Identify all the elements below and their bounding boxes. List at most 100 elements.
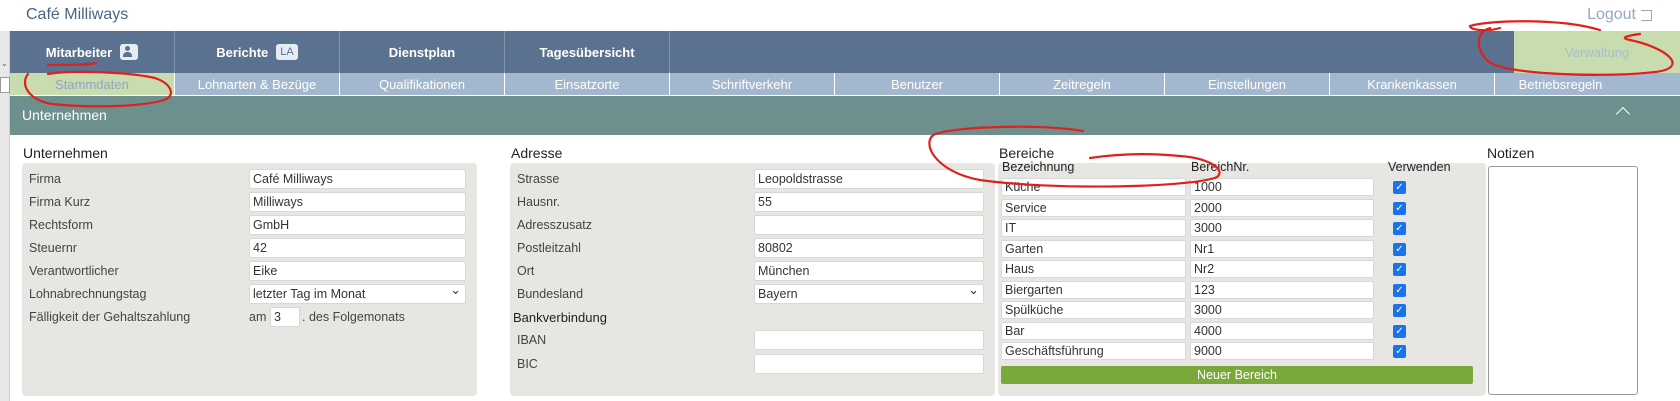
field-label: Lohnabrechnungstag [29,287,147,301]
firma-input[interactable]: Café Milliways [249,169,466,189]
bereiche-title: Bereiche [999,145,1055,161]
left-toolbar: ⌄ [0,31,10,401]
bereich-name-input[interactable]: IT [1001,219,1186,237]
bereich-name-input[interactable]: Spülküche [1001,301,1186,319]
hausnr-input[interactable]: 55 [754,192,984,212]
field-label: Fälligkeit der Gehaltszahlung [29,310,191,324]
subnav-qualifikationen[interactable]: Qualifikationen [340,73,505,95]
iban-input[interactable] [754,330,984,350]
select-value: Bayern [758,287,798,301]
subnav-stammdaten[interactable]: Stammdaten [10,73,175,95]
bereich-name-input[interactable]: Geschäftsführung [1001,342,1186,360]
lohnabrechnungstag-select[interactable]: letzter Tag im Monat [249,284,466,304]
adresse-panel: Strasse Leopoldstrasse Hausnr. 55 Adress… [510,163,995,396]
verwenden-checkbox[interactable]: ✓ [1393,263,1406,276]
logout-icon [1641,9,1652,21]
section-title: Unternehmen [22,107,107,123]
bereich-name-input[interactable]: Garten [1001,239,1186,258]
berichte-badge: LA [276,44,298,60]
verwenden-checkbox[interactable]: ✓ [1393,201,1406,215]
field-label: Firma [29,172,61,186]
bereiche-header-use: Verwenden [1388,160,1451,174]
bereich-nr-input[interactable]: Nr1 [1190,239,1374,258]
new-bereich-button[interactable]: Neuer Bereich [1001,366,1473,384]
magnifier-icon[interactable] [0,77,10,93]
subnav-krankenkassen[interactable]: Krankenkassen [1330,73,1495,95]
nav-berichte[interactable]: Berichte LA [175,31,340,73]
ort-input[interactable]: München [754,261,984,281]
nav-berichte-label: Berichte [216,44,269,60]
nav-tagesuebersicht[interactable]: Tagesübersicht [505,31,670,73]
bereich-nr-input[interactable]: 3000 [1190,301,1374,319]
main-nav: Mitarbeiter Berichte LA Dienstplan Tages… [10,31,1680,73]
bereich-row: Biergarten 123 ✓ [998,280,1486,303]
bereich-row: Küche 1000 ✓ [998,178,1486,200]
verwenden-checkbox[interactable]: ✓ [1393,283,1406,297]
select-value: letzter Tag im Monat [253,287,366,301]
bereich-nr-input[interactable]: 123 [1190,280,1374,299]
subnav-zeitregeln[interactable]: Zeitregeln [1000,73,1165,95]
form-row: Postleitzahl 80802 [510,238,995,260]
strasse-input[interactable]: Leopoldstrasse [754,169,984,189]
bereich-name-input[interactable]: Biergarten [1001,280,1186,299]
faelligkeit-day-input[interactable]: 3 [270,307,300,327]
field-label: Firma Kurz [29,195,91,209]
steuernr-input[interactable]: 42 [249,238,466,258]
bereich-nr-input[interactable]: 4000 [1190,321,1374,340]
nav-verwaltung[interactable]: Verwaltung [1514,31,1680,73]
bundesland-select[interactable]: Bayern [754,284,984,304]
form-row: Verantwortlicher Eike [22,261,477,283]
verwenden-checkbox[interactable]: ✓ [1393,324,1406,338]
form-row: Fälligkeit der Gehaltszahlung am 3 . des… [22,307,477,329]
verwenden-checkbox[interactable]: ✓ [1393,345,1406,358]
nav-dienstplan[interactable]: Dienstplan [340,31,505,73]
logout-button[interactable]: Logout [1587,6,1652,24]
nav-mitarbeiter[interactable]: Mitarbeiter [10,31,175,73]
bereich-nr-input[interactable]: 1000 [1190,178,1374,196]
notizen-textarea[interactable] [1488,166,1638,395]
verwenden-checkbox[interactable]: ✓ [1393,304,1406,317]
nav-tagesuebersicht-label: Tagesübersicht [539,44,635,60]
bereich-name-input[interactable]: Bar [1001,321,1186,340]
verwenden-checkbox[interactable]: ✓ [1393,181,1406,194]
form-row: Firma Café Milliways [22,169,477,191]
subnav-benutzer[interactable]: Benutzer [835,73,1000,95]
form-row: Strasse Leopoldstrasse [510,169,995,191]
bic-input[interactable] [754,354,984,374]
bereiche-header-nr: BereichNr. [1191,160,1250,174]
bereich-row: Geschäftsführung 9000 ✓ [998,342,1486,364]
chevron-down-icon[interactable]: ⌄ [1,59,8,68]
verwenden-checkbox[interactable]: ✓ [1393,242,1406,256]
chevron-up-icon[interactable] [1615,106,1631,122]
faelligkeit-prefix: am [249,310,267,324]
verantwortlicher-input[interactable]: Eike [249,261,466,281]
bereich-name-input[interactable]: Küche [1001,178,1186,196]
bereich-name-input[interactable]: Service [1001,198,1186,217]
bank-title: Bankverbindung [513,310,607,325]
postleitzahl-input[interactable]: 80802 [754,238,984,258]
firma-kurz-input[interactable]: Milliways [249,192,466,212]
bereich-row: Bar 4000 ✓ [998,321,1486,344]
section-header[interactable]: Unternehmen [10,96,1680,135]
form-row: Steuernr 42 [22,238,477,260]
bereiche-panel: Bezeichnung BereichNr. Verwenden Küche 1… [998,160,1486,396]
subnav-lohnarten[interactable]: Lohnarten & Bezüge [175,73,340,95]
notizen-title: Notizen [1487,145,1535,161]
bereich-nr-input[interactable]: Nr2 [1190,260,1374,278]
top-bar: Café Milliways Logout [0,0,1680,31]
bereich-nr-input[interactable]: 9000 [1190,342,1374,360]
form-row: IBAN [510,330,995,352]
bereiche-header-name: Bezeichnung [1002,160,1075,174]
field-label: Hausnr. [517,195,561,209]
adresszusatz-input[interactable] [754,215,984,235]
bereich-nr-input[interactable]: 2000 [1190,198,1374,217]
subnav-einstellungen[interactable]: Einstellungen [1165,73,1330,95]
rechtsform-input[interactable]: GmbH [249,215,466,235]
user-plus-icon [120,44,139,60]
subnav-einsatzorte[interactable]: Einsatzorte [505,73,670,95]
verwenden-checkbox[interactable]: ✓ [1393,222,1406,235]
bereich-name-input[interactable]: Haus [1001,260,1186,278]
subnav-betriebsregeln[interactable]: Betriebsregeln [1495,73,1626,95]
bereich-nr-input[interactable]: 3000 [1190,219,1374,237]
subnav-schriftverkehr[interactable]: Schriftverkehr [670,73,835,95]
